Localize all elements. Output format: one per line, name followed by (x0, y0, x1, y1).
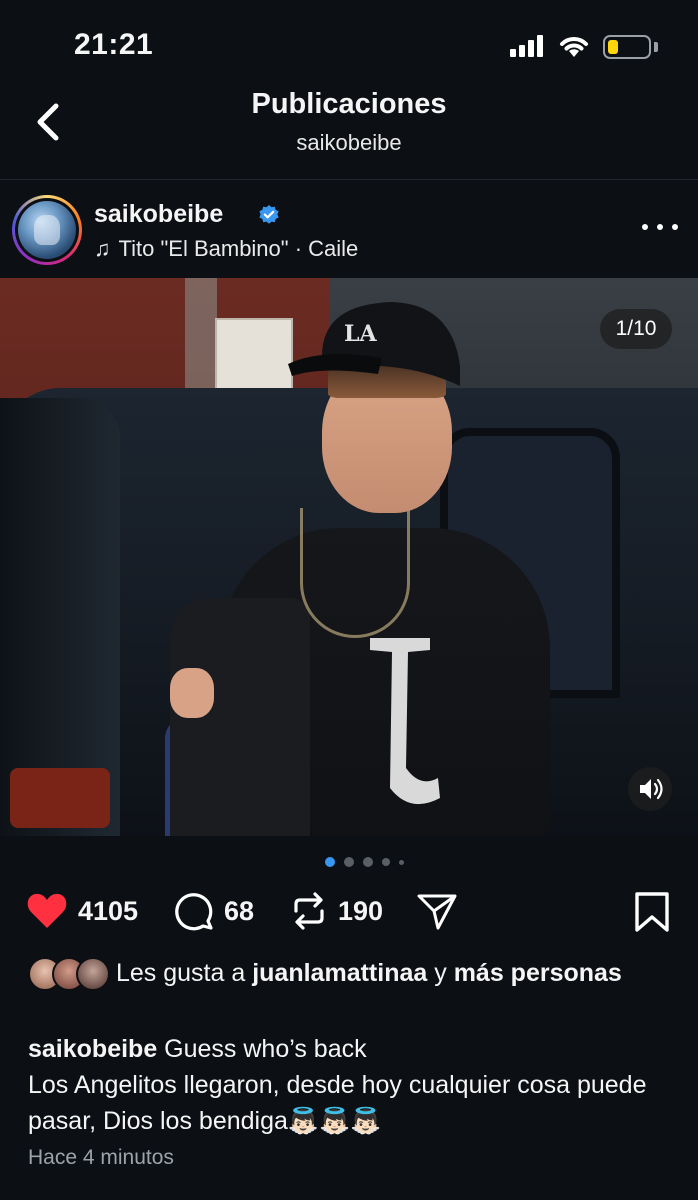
status-bar: 21:21 (0, 0, 698, 80)
carousel-dot-active (325, 857, 335, 867)
carousel-dot (363, 857, 373, 867)
caption-body: Los Angelitos llegaron, desde hoy cualqu… (28, 1071, 647, 1135)
avatar (76, 957, 110, 991)
post-caption: saikobeibe Guess who’s back Los Angelito… (28, 1031, 678, 1139)
battery-cap (654, 42, 658, 52)
liked-by-connector: y (427, 959, 454, 987)
carousel-dot (382, 858, 390, 866)
liked-by-prefix: Les gusta a (116, 959, 253, 987)
page-subtitle: saikobeibe (296, 130, 402, 155)
post-media[interactable]: LA 1/10 (0, 278, 698, 836)
battery-level (608, 40, 618, 54)
caption-username[interactable]: saikobeibe (28, 1035, 157, 1063)
carousel-dot (344, 857, 354, 867)
post-actions: 4105 68 190 (0, 885, 698, 941)
carousel-indicator (325, 857, 415, 867)
caption-headline: Guess who’s back (157, 1035, 367, 1063)
carousel-dot (399, 860, 404, 865)
speaker-mute-icon[interactable] (628, 767, 672, 811)
audio-attribution[interactable]: ♫ Tito "El Bambino" · Caile (94, 236, 358, 262)
photo-hand (170, 668, 214, 718)
repost-icon (294, 892, 324, 930)
page-header: Publicaciones saikobeibe (0, 80, 698, 180)
photo-car-interior (10, 768, 110, 828)
verified-badge-icon (259, 205, 279, 224)
battery-icon (603, 35, 651, 59)
avatar (18, 201, 76, 259)
photo-cap: LA (288, 302, 460, 386)
cellular-signal-icon (510, 35, 546, 57)
status-time: 21:21 (74, 28, 154, 61)
comment-bubble-icon (175, 893, 213, 931)
post-timestamp: Hace 4 minutos (28, 1146, 174, 1169)
liked-by-avatars (28, 957, 110, 991)
post-username[interactable]: saikobeibe (94, 200, 223, 229)
reposts-count: 190 (338, 895, 384, 926)
likes-count: 4105 (78, 895, 139, 926)
comments-count: 68 (224, 895, 255, 926)
photo-necklace (300, 508, 410, 638)
story-avatar[interactable] (12, 195, 82, 265)
music-note-icon: ♫ (94, 236, 111, 261)
bookmark-icon[interactable] (632, 891, 672, 933)
avatar-border (15, 198, 79, 262)
instagram-post-screen: 21:21 Publicaciones saikobeibe saikobeib… (0, 0, 698, 1200)
more-options-icon[interactable] (640, 216, 680, 236)
send-paper-plane-icon (417, 894, 457, 930)
post-header: saikobeibe ♫ Tito "El Bambino" · Caile (0, 180, 698, 278)
svg-text:LA: LA (344, 321, 377, 347)
photo-jacket-cross (370, 638, 440, 805)
share-button[interactable] (416, 885, 458, 937)
heart-filled-icon (27, 893, 67, 928)
audio-track-label: Tito "El Bambino" · Caile (118, 236, 359, 261)
wifi-icon (560, 37, 588, 57)
repost-button[interactable]: 190 (290, 885, 383, 937)
media-counter-badge: 1/10 (600, 309, 672, 349)
like-button[interactable]: 4105 (26, 885, 138, 937)
comment-button[interactable]: 68 (174, 885, 254, 937)
page-title: Publicaciones (251, 88, 447, 120)
liked-by-user[interactable]: juanlamattinaa (252, 959, 427, 987)
liked-by-text: Les gusta a juanlamattinaa y más persona… (116, 955, 676, 991)
liked-by-others[interactable]: más personas (454, 959, 622, 987)
